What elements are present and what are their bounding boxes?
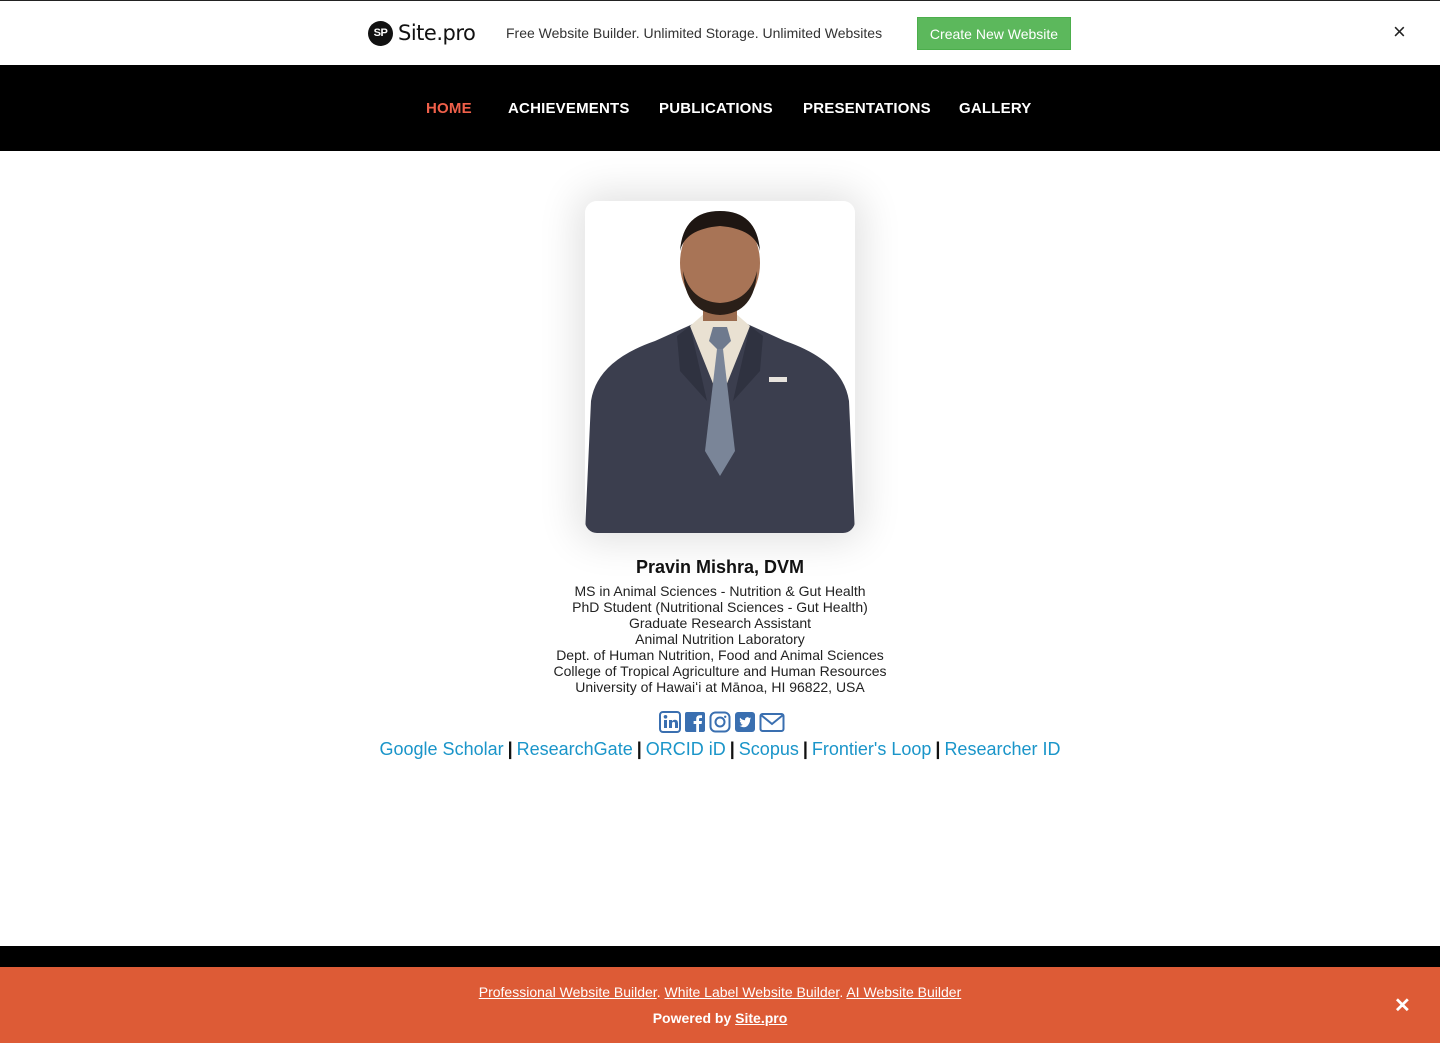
scopus-link[interactable]: Scopus (739, 739, 799, 759)
nav-item-achievements[interactable]: ACHIEVEMENTS (508, 100, 630, 117)
linkedin-icon[interactable] (659, 710, 681, 734)
site-pro-link[interactable]: Site.pro (735, 1010, 787, 1026)
academic-links: Google Scholar | ResearchGate | ORCID iD | Sco… (0, 739, 1440, 760)
bio-line: Dept. of Human Nutrition, Food and Anima… (556, 647, 884, 663)
footer-links: Professional Website Builder. White Labe… (0, 984, 1440, 1000)
create-website-button[interactable]: Create New Website (917, 17, 1071, 50)
instagram-icon[interactable] (709, 710, 731, 734)
twitter-icon[interactable] (734, 710, 756, 734)
bio-line: PhD Student (Nutritional Sciences - Gut … (572, 599, 868, 615)
bio-line: Animal Nutrition Laboratory (635, 631, 805, 647)
link-separator: | (935, 739, 941, 759)
orcid-link[interactable]: ORCID iD (646, 739, 726, 759)
white-label-builder-link[interactable]: White Label Website Builder (664, 984, 839, 1000)
bio-line: College of Tropical Agriculture and Huma… (553, 663, 887, 679)
promo-bar: SP Site.pro Free Website Builder. Unlimi… (0, 0, 1440, 64)
main-nav: HOME ACHIEVEMENTS PUBLICATIONS PRESENTAT… (0, 65, 1440, 151)
profile-photo (585, 201, 855, 533)
bio-line: MS in Animal Sciences - Nutrition & Gut … (574, 583, 866, 599)
researcher-id-link[interactable]: Researcher ID (944, 739, 1060, 759)
social-icons (659, 710, 785, 734)
link-separator: | (802, 739, 808, 759)
professional-builder-link[interactable]: Professional Website Builder (479, 984, 657, 1000)
footer-close-icon[interactable]: ✕ (1394, 993, 1411, 1018)
bio-line: University of Hawaiʻi at Mānoa, HI 96822… (575, 679, 865, 695)
nav-item-presentations[interactable]: PRESENTATIONS (803, 100, 931, 117)
ai-builder-link[interactable]: AI Website Builder (846, 984, 961, 1000)
site-pro-logo[interactable]: SP Site.pro (368, 20, 476, 46)
researchgate-link[interactable]: ResearchGate (517, 739, 633, 759)
footer-dot: . (839, 984, 844, 1000)
footer-banner: Professional Website Builder. White Labe… (0, 967, 1440, 1043)
nav-item-home[interactable]: HOME (426, 100, 472, 117)
facebook-icon[interactable] (684, 710, 706, 734)
link-separator: | (729, 739, 735, 759)
promo-tagline: Free Website Builder. Unlimited Storage.… (506, 25, 883, 41)
logo-name: Site.pro (398, 21, 476, 45)
powered-by: Powered by Site.pro (0, 1010, 1440, 1026)
frontiers-loop-link[interactable]: Frontier's Loop (812, 739, 932, 759)
powered-by-label: Powered by (652, 1010, 732, 1026)
nav-item-gallery[interactable]: GALLERY (959, 100, 1032, 117)
footer-dot: . (656, 984, 661, 1000)
profile-name: Pravin Mishra, DVM (635, 557, 805, 577)
email-icon[interactable] (759, 710, 785, 734)
link-separator: | (636, 739, 642, 759)
portrait-illustration (585, 201, 855, 533)
google-scholar-link[interactable]: Google Scholar (380, 739, 504, 759)
profile-bio: MS in Animal Sciences - Nutrition & Gut … (0, 583, 1440, 695)
bio-line: Graduate Research Assistant (628, 615, 812, 631)
link-separator: | (507, 739, 513, 759)
footer-strip (0, 946, 1440, 967)
logo-badge: SP (368, 20, 393, 46)
nav-item-publications[interactable]: PUBLICATIONS (659, 100, 773, 117)
promo-close-icon[interactable]: × (1393, 21, 1406, 43)
